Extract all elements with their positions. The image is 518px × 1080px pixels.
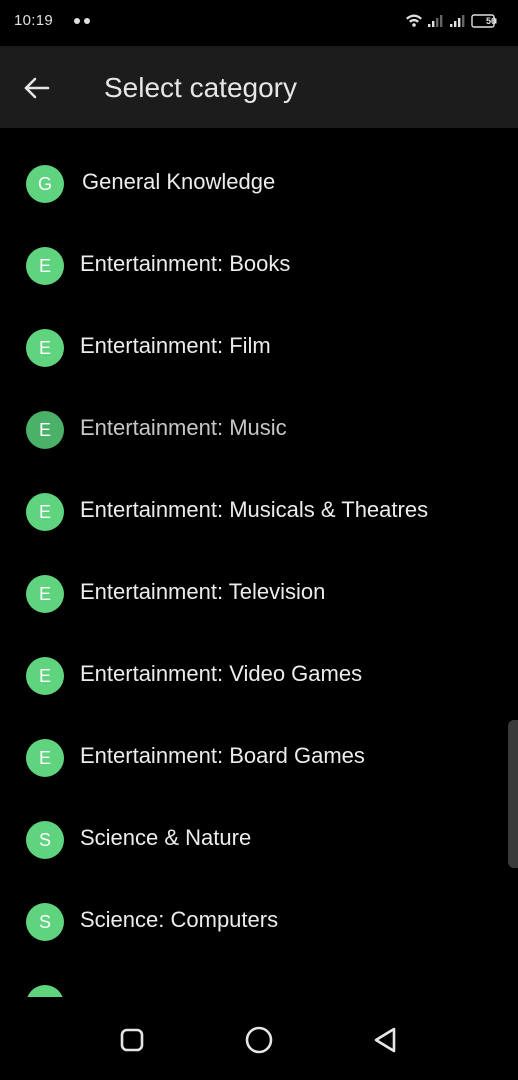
list-item-entertainment-music[interactable]: E Entertainment: Music: [0, 389, 500, 471]
list-item-science-nature[interactable]: S Science & Nature: [0, 799, 500, 881]
letter-avatar: S: [26, 821, 64, 859]
letter-avatar: E: [26, 657, 64, 695]
list-item-label: Entertainment: Television: [80, 579, 326, 604]
page-title: Select category: [104, 72, 297, 103]
scrollbar-thumb[interactable]: [508, 720, 518, 868]
nav-back-button[interactable]: [368, 1023, 402, 1057]
arrow-left-icon: [24, 77, 50, 99]
list-item-label: Entertainment: Video Games: [80, 661, 363, 686]
list-item-label: Science & Nature: [80, 825, 252, 850]
list-item-science-computers[interactable]: S Science: Computers: [0, 881, 500, 963]
system-nav-bar: [0, 997, 518, 1080]
battery-level: 56: [485, 16, 496, 26]
letter-avatar: E: [26, 329, 64, 367]
list-item-entertainment-video-games[interactable]: E Entertainment: Video Games: [0, 635, 500, 717]
list-item-general-knowledge[interactable]: G General Knowledge: [0, 143, 500, 225]
notification-dots-icon: [74, 18, 94, 26]
recents-button[interactable]: [115, 1023, 149, 1057]
list-item-label: Entertainment: Board Games: [80, 743, 365, 768]
letter-avatar: S: [26, 903, 64, 941]
letter-avatar: E: [26, 493, 64, 531]
list-item-label: General Knowledge: [82, 169, 276, 194]
status-time: 10:19: [14, 12, 54, 29]
list-item-entertainment-television[interactable]: E Entertainment: Television: [0, 553, 500, 635]
home-circle-icon: [245, 1026, 273, 1054]
back-triangle-icon: [374, 1027, 396, 1053]
list-item-label: Entertainment: Musicals & Theatres: [80, 497, 429, 522]
list-item-partial[interactable]: [0, 963, 500, 997]
list-item-entertainment-board-games[interactable]: E Entertainment: Board Games: [0, 717, 500, 799]
letter-avatar: G: [26, 165, 64, 203]
category-list: G General Knowledge E Entertainment: Boo…: [0, 128, 518, 997]
list-item-label: Entertainment: Music: [80, 415, 287, 440]
list-item-entertainment-musicals-theatres[interactable]: E Entertainment: Musicals & Theatres: [0, 471, 500, 553]
home-button[interactable]: [242, 1023, 276, 1057]
list-item-entertainment-film[interactable]: E Entertainment: Film: [0, 307, 500, 389]
letter-avatar: E: [26, 411, 64, 449]
list-item-label: Entertainment: Books: [80, 251, 291, 276]
list-item-label: Science: Computers: [80, 907, 279, 932]
letter-avatar: E: [26, 739, 64, 777]
back-button[interactable]: [14, 65, 60, 111]
letter-avatar: [26, 985, 64, 997]
app-bar: Select category: [0, 46, 518, 128]
letter-avatar: E: [26, 575, 64, 613]
signal-icon-2: [450, 15, 465, 27]
status-bar: 10:19 56: [0, 0, 518, 46]
wifi-icon: [406, 14, 422, 27]
letter-avatar: E: [26, 247, 64, 285]
list-item-label: Entertainment: Film: [80, 333, 271, 358]
recents-square-icon: [120, 1028, 144, 1052]
list-item-entertainment-books[interactable]: E Entertainment: Books: [0, 225, 500, 307]
signal-icon-1: [428, 15, 443, 27]
